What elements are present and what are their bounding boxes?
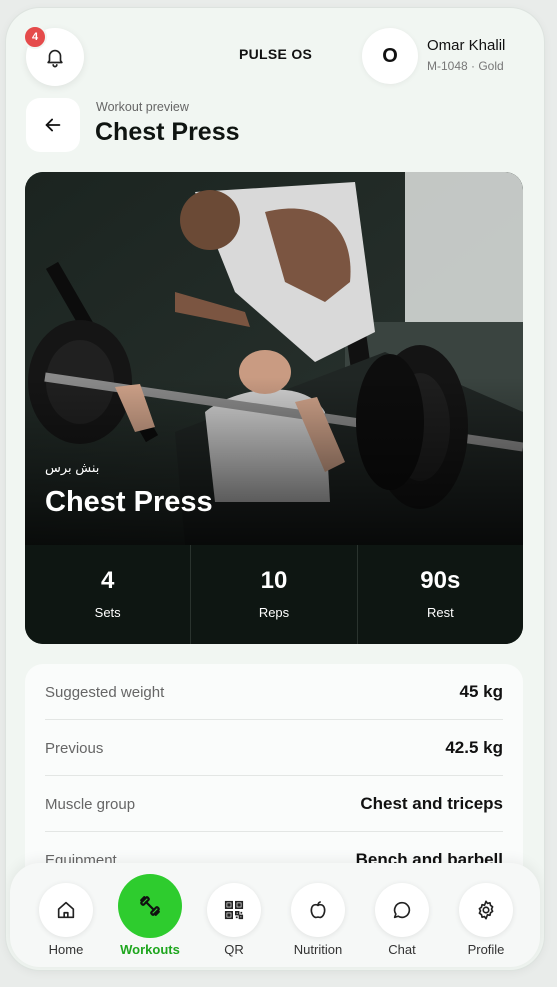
nav-home[interactable]: Home xyxy=(24,863,108,967)
exercise-name: Chest Press xyxy=(45,486,213,518)
detail-key: Muscle group xyxy=(45,795,136,813)
user-membership: M-1048 · Gold xyxy=(427,59,504,73)
arrow-left-icon xyxy=(45,118,61,132)
detail-value: Chest and triceps xyxy=(360,794,503,813)
home-icon xyxy=(57,901,75,919)
stat-label: Reps xyxy=(258,605,290,620)
exercise-hero-card: بنش برس Chest Press 4 Sets 10 Reps 90s R… xyxy=(25,172,523,644)
stat-rest: 90s Rest xyxy=(356,545,523,644)
notification-badge: 4 xyxy=(23,25,47,49)
nav-label: Workouts xyxy=(120,942,180,957)
nav-qr[interactable]: QR xyxy=(192,863,276,967)
stat-sets: 4 Sets xyxy=(25,545,190,644)
user-name: Omar Khalil xyxy=(427,37,506,54)
nav-icon-circle xyxy=(39,883,93,937)
avatar[interactable]: O xyxy=(362,28,418,84)
apple-icon xyxy=(310,900,326,919)
bottom-navigation: Home Workouts QR Nutrition Chat Profile xyxy=(10,863,540,967)
stat-label: Rest xyxy=(426,605,454,620)
chat-icon xyxy=(393,901,411,919)
detail-row-muscle-group: Muscle group Chest and triceps xyxy=(45,776,503,832)
nav-label: Profile xyxy=(467,942,505,957)
qr-icon xyxy=(224,900,244,920)
nav-icon-circle xyxy=(207,883,261,937)
nav-label: Chat xyxy=(388,942,416,957)
dumbbell-icon xyxy=(140,896,160,916)
back-button[interactable] xyxy=(26,98,80,152)
breadcrumb: Workout preview xyxy=(96,100,189,114)
detail-row-previous: Previous 42.5 kg xyxy=(45,720,503,776)
nav-workouts[interactable]: Workouts xyxy=(108,863,192,967)
notifications-button[interactable]: 4 xyxy=(23,25,84,86)
bell-icon xyxy=(47,49,63,68)
brand-title: PULSE OS xyxy=(239,46,313,62)
detail-key: Suggested weight xyxy=(45,683,165,701)
detail-row-suggested-weight: Suggested weight 45 kg xyxy=(45,664,503,720)
nav-icon-circle xyxy=(375,883,429,937)
stat-value: 10 xyxy=(260,567,288,594)
stat-label: Sets xyxy=(94,605,121,620)
stat-value: 4 xyxy=(100,567,115,594)
nav-label: Home xyxy=(48,942,84,957)
nav-nutrition[interactable]: Nutrition xyxy=(276,863,360,967)
nav-label: Nutrition xyxy=(293,942,343,957)
stats-bar: 4 Sets 10 Reps 90s Rest xyxy=(25,545,523,644)
nav-icon-circle xyxy=(459,883,513,937)
stat-reps: 10 Reps xyxy=(190,545,356,644)
app-frame: 4 PULSE OS O Omar Khalil M-1048 · Gold W… xyxy=(6,8,544,970)
detail-value: 45 kg xyxy=(459,682,503,701)
page-title: Chest Press xyxy=(95,118,240,146)
detail-key: Previous xyxy=(45,739,104,757)
exercise-arabic-name: بنش برس xyxy=(45,460,100,475)
detail-value: 42.5 kg xyxy=(445,738,503,757)
nav-profile[interactable]: Profile xyxy=(444,863,528,967)
nav-chat[interactable]: Chat xyxy=(360,863,444,967)
nav-label: QR xyxy=(224,942,244,957)
nav-icon-circle xyxy=(291,883,345,937)
stat-value: 90s xyxy=(420,567,461,594)
gear-icon xyxy=(478,900,494,920)
nav-icon-circle xyxy=(118,874,182,938)
